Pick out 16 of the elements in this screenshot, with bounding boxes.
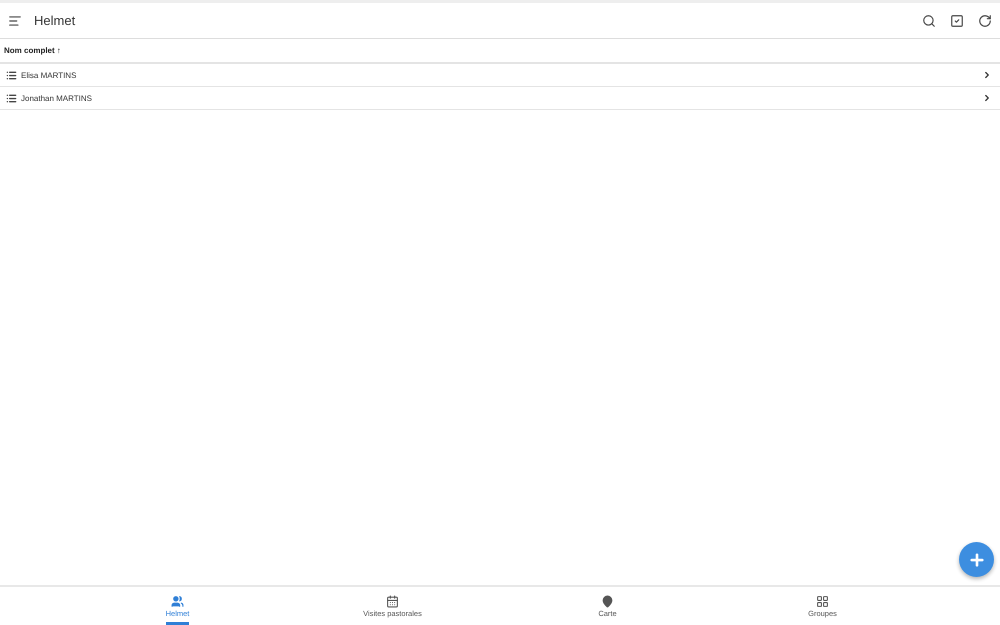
person-name: Elisa MARTINS: [21, 70, 78, 80]
app-title: Helmet: [34, 13, 76, 28]
column-header[interactable]: Nom complet ↑: [4, 46, 61, 55]
people-icon: [170, 595, 184, 608]
add-button[interactable]: [959, 542, 994, 577]
plus-icon: [968, 550, 986, 568]
pin-icon: [601, 595, 614, 608]
list-row[interactable]: Elisa MARTINS: [0, 64, 1000, 87]
calendar-icon: [386, 595, 399, 608]
grid-icon: [816, 595, 829, 608]
list-icon: [6, 92, 17, 104]
person-name: Jonathan MARTINS: [21, 94, 93, 102]
list-row[interactable]: Jonathan MARTINS: [0, 87, 1000, 110]
chevron-right-icon: [982, 93, 992, 103]
chevron-right-icon: [982, 70, 992, 80]
list-icon: [6, 70, 17, 80]
